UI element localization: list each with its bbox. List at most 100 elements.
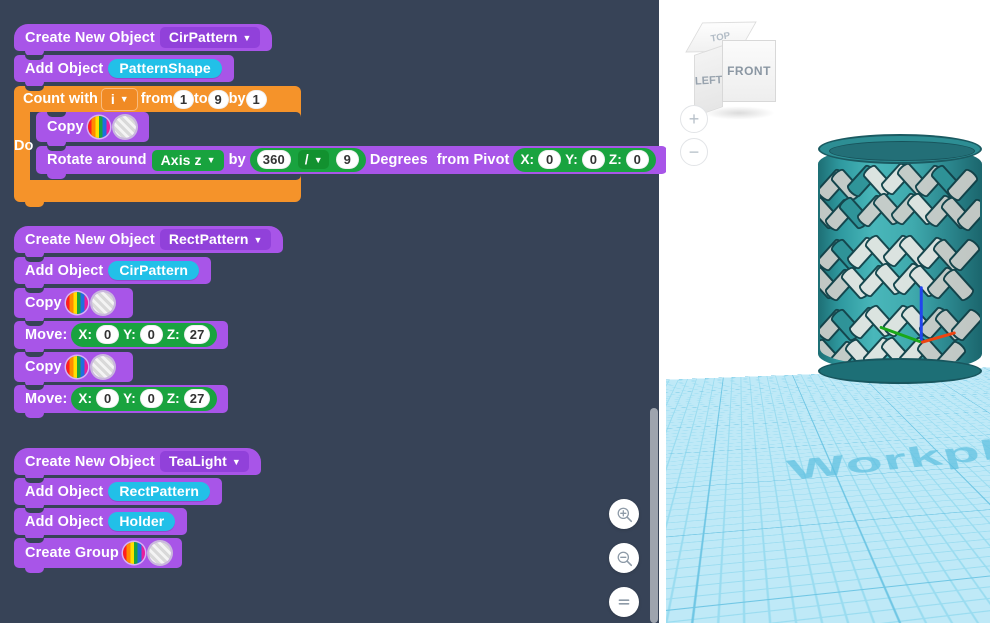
view-rotate-out-button[interactable]: −: [680, 138, 708, 166]
chevron-down-icon: ▼: [313, 154, 323, 165]
pane-splitter[interactable]: [659, 0, 666, 623]
tinkercad-codeblocks-window: Create New Object CirPattern ▼ Add Objec…: [0, 0, 990, 623]
rainbow-swatch-icon[interactable]: [87, 116, 110, 138]
rotate-divisor-value[interactable]: 9: [335, 150, 359, 169]
move-z-value[interactable]: 27: [183, 325, 211, 344]
add-object-block-holder[interactable]: Add Object Holder: [14, 508, 188, 540]
block-connector-notch: [47, 112, 66, 117]
object-reference-rectpattern[interactable]: RectPattern: [108, 482, 211, 501]
zoom-in-button[interactable]: [609, 499, 639, 529]
move-block-2[interactable]: Move: X: 0 Y: 0 Z: 27: [14, 385, 229, 418]
add-object-label: Add Object: [25, 262, 104, 279]
zoom-out-button[interactable]: [609, 543, 639, 573]
object-name-dropdown-cirpattern[interactable]: CirPattern ▼: [159, 27, 260, 48]
rainbow-swatch-icon[interactable]: [122, 542, 145, 564]
object-reference-holder[interactable]: Holder: [108, 512, 176, 531]
create-group-block[interactable]: Create Group: [14, 538, 182, 573]
pivot-y-value[interactable]: 0: [581, 150, 605, 169]
rotate-angle-expression[interactable]: 360 / ▼ 9: [249, 148, 366, 172]
rotate-axis-dropdown[interactable]: Axis z ▼: [151, 149, 224, 171]
view-rotate-in-button[interactable]: +: [680, 105, 708, 133]
fit-to-view-button[interactable]: [609, 587, 639, 617]
degrees-label: Degrees: [369, 152, 428, 168]
loop-to-value[interactable]: 9: [207, 89, 229, 109]
block-stack-rectpattern[interactable]: Create New Object RectPattern ▼ Add Obje…: [14, 226, 283, 418]
rotate-operator-value: /: [304, 151, 309, 167]
hatched-swatch-icon[interactable]: [148, 542, 171, 564]
create-group-label: Create Group: [25, 545, 119, 561]
create-new-object-block-tealight[interactable]: Create New Object TeaLight ▼: [14, 448, 261, 480]
object-name-value: TeaLight: [168, 453, 227, 469]
move-x-value[interactable]: 0: [96, 325, 120, 344]
workspace-scrollbar-thumb[interactable]: [650, 408, 658, 623]
rotate-around-block[interactable]: Rotate around Axis z ▼ by 360 / ▼ 9 Degr…: [36, 146, 666, 179]
move-z-label: Z:: [166, 327, 180, 342]
block-connector-notch: [25, 538, 44, 543]
view-cube-left-label: LEFT: [694, 74, 723, 88]
hatched-swatch-icon[interactable]: [91, 356, 114, 378]
block-connector-notch: [25, 478, 44, 483]
move-y-label: Y:: [123, 327, 136, 342]
copy-block-3[interactable]: Copy: [14, 352, 133, 387]
move-x-label: X:: [78, 391, 93, 406]
3d-viewport[interactable]: Workplane TOP LEFT FRONT + −: [666, 0, 990, 623]
move-x-value[interactable]: 0: [96, 389, 120, 408]
loop-variable-dropdown[interactable]: i ▼: [100, 87, 138, 111]
move-block-1[interactable]: Move: X: 0 Y: 0 Z: 27: [14, 321, 229, 354]
block-connector-notch: [25, 385, 44, 390]
rotate-angle-value[interactable]: 360: [256, 150, 291, 169]
hatched-swatch-icon[interactable]: [91, 292, 114, 314]
chevron-down-icon: ▼: [206, 155, 216, 165]
axis-z-line: [919, 286, 923, 343]
copy-block-1[interactable]: Copy: [36, 112, 149, 147]
block-connector-notch: [25, 321, 44, 326]
create-new-object-block-rectpattern[interactable]: Create New Object RectPattern ▼: [14, 226, 283, 258]
block-stack-tealight[interactable]: Create New Object TeaLight ▼ Add Object …: [14, 448, 261, 573]
pivot-x-label: X:: [520, 152, 535, 167]
cylinder-inner-bore: [829, 141, 975, 161]
create-new-object-block-cirpattern[interactable]: Create New Object CirPattern ▼: [14, 24, 272, 56]
fit-to-view-icon: [618, 599, 630, 605]
object-reference-patternshape[interactable]: PatternShape: [108, 59, 222, 78]
rotate-around-label: Rotate around: [47, 152, 147, 168]
loop-variable-value: i: [110, 90, 115, 107]
move-coordinates-1[interactable]: X: 0 Y: 0 Z: 27: [71, 323, 218, 347]
copy-block-2[interactable]: Copy: [14, 288, 133, 323]
tealight-model[interactable]: [818, 134, 982, 384]
pivot-z-value[interactable]: 0: [625, 150, 649, 169]
rotate-operator-dropdown[interactable]: / ▼: [297, 150, 329, 169]
view-cube-face-front[interactable]: FRONT: [722, 40, 776, 102]
loop-by-value[interactable]: 1: [245, 89, 267, 109]
view-cube[interactable]: TOP LEFT FRONT: [685, 14, 786, 120]
hatched-swatch-icon[interactable]: [113, 116, 136, 138]
move-x-label: X:: [78, 327, 93, 342]
rainbow-swatch-icon[interactable]: [65, 356, 88, 378]
move-y-value[interactable]: 0: [139, 389, 163, 408]
create-new-object-label: Create New Object: [25, 453, 155, 470]
object-name-dropdown-rectpattern[interactable]: RectPattern ▼: [159, 229, 271, 250]
rainbow-swatch-icon[interactable]: [65, 292, 88, 314]
object-name-dropdown-tealight[interactable]: TeaLight ▼: [159, 451, 249, 472]
from-label: from: [140, 91, 173, 107]
move-y-value[interactable]: 0: [139, 325, 163, 344]
add-object-block-patternshape[interactable]: Add Object PatternShape: [14, 55, 234, 87]
pivot-x-value[interactable]: 0: [538, 150, 562, 169]
to-label: to: [193, 91, 208, 107]
cylinder-bottom-rim: [818, 358, 982, 384]
by-label: by: [228, 91, 246, 107]
object-reference-cirpattern[interactable]: CirPattern: [108, 261, 200, 280]
workplane-grid[interactable]: [666, 362, 990, 623]
move-z-label: Z:: [166, 391, 180, 406]
block-connector-notch: [47, 146, 66, 151]
move-coordinates-2[interactable]: X: 0 Y: 0 Z: 27: [71, 387, 218, 411]
object-name-value: CirPattern: [168, 29, 238, 45]
add-object-block-cirpattern[interactable]: Add Object CirPattern: [14, 257, 212, 289]
block-connector-notch: [25, 257, 44, 262]
rotate-pivot-coordinates[interactable]: X: 0 Y: 0 Z: 0: [513, 148, 656, 172]
move-z-value[interactable]: 27: [183, 389, 211, 408]
block-workspace-canvas[interactable]: Create New Object CirPattern ▼ Add Objec…: [0, 0, 666, 623]
add-object-block-rectpattern[interactable]: Add Object RectPattern: [14, 478, 223, 510]
loop-footer: [14, 180, 301, 207]
loop-from-value[interactable]: 1: [172, 89, 194, 109]
dragged-block-substack[interactable]: Copy Rotate around Axis z ▼ by 360 / ▼ 9…: [36, 112, 666, 179]
